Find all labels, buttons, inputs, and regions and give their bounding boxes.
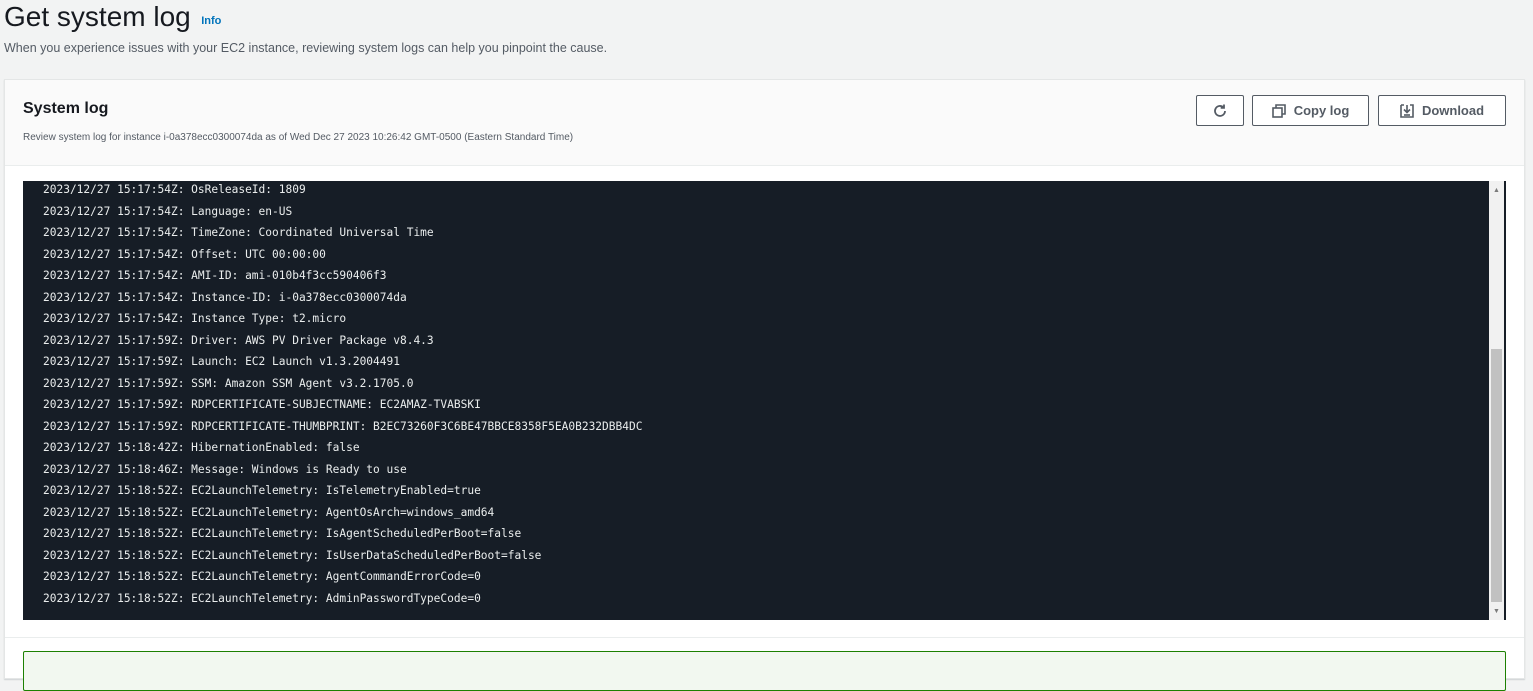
log-line: 2023/12/27 15:17:54Z: Instance Type: t2.… xyxy=(43,312,347,325)
copy-log-label: Copy log xyxy=(1293,103,1350,118)
panel-header: System log Review system log for instanc… xyxy=(5,80,1524,166)
refresh-icon xyxy=(1212,103,1228,119)
download-label: Download xyxy=(1421,103,1485,118)
log-line: 2023/12/27 15:18:42Z: HibernationEnabled… xyxy=(43,441,360,454)
download-icon xyxy=(1400,103,1414,118)
log-line: 2023/12/27 15:18:52Z: EC2LaunchTelemetry… xyxy=(43,548,542,562)
log-line: 2023/12/27 15:18:52Z: EC2LaunchTelemetry… xyxy=(43,527,522,540)
scroll-down-arrow-icon[interactable]: ▼ xyxy=(1489,604,1504,618)
panel-divider xyxy=(5,637,1524,638)
page-title: Get system log xyxy=(4,1,191,32)
status-alert xyxy=(23,651,1506,691)
log-line: 2023/12/27 15:17:59Z: Launch: EC2 Launch… xyxy=(43,355,400,368)
info-link[interactable]: Info xyxy=(201,15,221,27)
log-scrollbar[interactable]: ▲ ▼ xyxy=(1489,181,1504,620)
log-line: 2023/12/27 15:18:52Z: EC2LaunchTelemetry… xyxy=(43,570,481,583)
log-line: 2023/12/27 15:18:46Z: Message: Windows i… xyxy=(43,462,407,476)
refresh-button[interactable] xyxy=(1196,95,1244,126)
copy-log-button[interactable]: Copy log xyxy=(1252,95,1369,126)
system-log-panel: System log Review system log for instanc… xyxy=(4,79,1525,691)
scrollbar-thumb[interactable] xyxy=(1491,349,1502,602)
system-log-output[interactable]: 2023/12/27 15:17:54Z: OsReleaseId: 1809 2… xyxy=(23,181,1506,620)
copy-icon xyxy=(1271,103,1286,118)
panel-subtitle: Review system log for instance i-0a378ec… xyxy=(23,132,574,143)
log-line: 2023/12/27 15:17:54Z: Instance-ID: i-0a3… xyxy=(43,290,407,304)
log-line: 2023/12/27 15:18:52Z: EC2LaunchTelemetry… xyxy=(43,591,481,605)
log-line: 2023/12/27 15:17:59Z: RDPCERTIFICATE-THU… xyxy=(43,419,643,433)
log-line: 2023/12/27 15:17:54Z: Offset: UTC 00:00:… xyxy=(43,247,326,261)
log-line: 2023/12/27 15:17:54Z: AMI-ID: ami-010b4f… xyxy=(43,269,387,282)
page-description: When you experience issues with your EC2… xyxy=(4,41,608,55)
download-button[interactable]: Download xyxy=(1378,95,1506,126)
log-line: 2023/12/27 15:17:54Z: TimeZone: Coordina… xyxy=(43,226,434,239)
panel-title: System log xyxy=(23,100,109,117)
log-line: 2023/12/27 15:18:52Z: EC2LaunchTelemetry… xyxy=(43,484,481,497)
log-line: 2023/12/27 15:17:59Z: RDPCERTIFICATE-SUB… xyxy=(43,398,481,411)
log-line: 2023/12/27 15:18:52Z: EC2LaunchTelemetry… xyxy=(43,505,495,519)
log-line: 2023/12/27 15:17:59Z: SSM: Amazon SSM Ag… xyxy=(43,376,414,390)
log-line: 2023/12/27 15:17:59Z: Driver: AWS PV Dri… xyxy=(43,333,434,347)
log-lines: 2023/12/27 15:17:54Z: OsReleaseId: 1809 2… xyxy=(43,181,642,609)
log-line: 2023/12/27 15:17:54Z: OsReleaseId: 1809 xyxy=(43,183,306,196)
scroll-up-arrow-icon[interactable]: ▲ xyxy=(1489,183,1504,197)
page-header: Get system log Info xyxy=(4,0,221,34)
log-line: 2023/12/27 15:17:54Z: Language: en-US xyxy=(43,204,293,218)
